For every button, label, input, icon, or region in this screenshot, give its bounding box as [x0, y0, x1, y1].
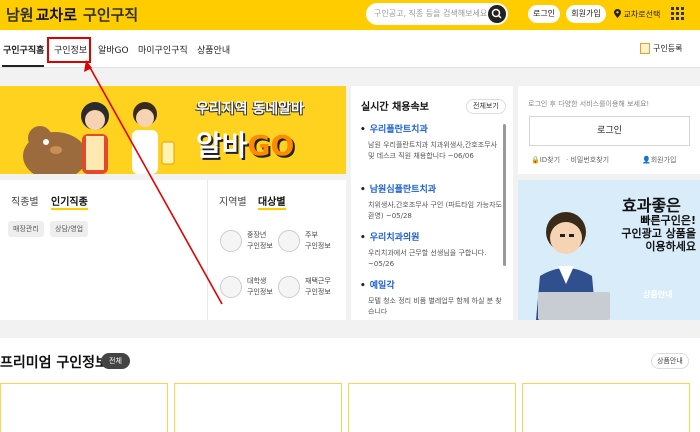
document-icon: [640, 43, 650, 54]
location-pin-icon: [614, 9, 624, 19]
banner-illustration: [23, 102, 175, 174]
search-box[interactable]: 구인공고, 직종 등을 검색해보세요: [366, 3, 508, 25]
chip-consulting-sales[interactable]: 상담/영업: [50, 221, 89, 237]
nav-item-products[interactable]: 상품안내: [197, 43, 230, 56]
tab-by-region[interactable]: 지역별: [219, 193, 247, 208]
find-id-link[interactable]: 🔒ID찾기: [531, 155, 560, 165]
login-message: 로그인 후 다양한 서비스를이용해 보세요!: [528, 100, 650, 108]
category-divider: [207, 180, 208, 320]
ad-line3: 구인광고 상품을: [621, 227, 696, 240]
realtime-item[interactable]: 남원심플란트치과 치위생사,간호조무사 구인 (파트타임 가능자도 환영) ~0…: [360, 182, 502, 222]
nav-active-underline: [2, 65, 44, 67]
realtime-item-name[interactable]: 우리치과의원: [360, 230, 502, 243]
ad-line4: 이용하세요: [645, 240, 696, 253]
user-icon: 👤: [642, 156, 651, 164]
realtime-item[interactable]: 예일각 모텔 청소 정리 비품 별레업무 함께 하실 분 찾습니다: [360, 278, 502, 314]
target-label-line2: 구인정보: [305, 288, 331, 296]
albago-banner[interactable]: 우리지역 동네알바 알바GO: [0, 86, 346, 174]
chip-store-management[interactable]: 매장관리: [8, 221, 44, 237]
ad-line2: 빠른구인은!: [640, 214, 696, 227]
ad-line1: 효과좋은: [622, 196, 681, 215]
target-remote-work[interactable]: 재택근무구인정보: [278, 274, 344, 302]
banner-line2: 알바GO: [196, 124, 294, 164]
target-label-line1: 대학생: [247, 277, 267, 285]
premium-card[interactable]: [174, 383, 342, 432]
realtime-scrollbar[interactable]: [503, 124, 506, 266]
premium-card[interactable]: [522, 383, 690, 432]
banner-go-text: GO: [247, 129, 295, 162]
realtime-item-desc: 우리치과에서 근무할 선생님을 구합니다. ~05/26: [368, 249, 487, 268]
find-password-label: 비밀번호찾기: [570, 156, 610, 164]
realtime-title: 실시간 채용속보: [361, 102, 429, 113]
realtime-item-desc: 남원 우리플란트치과 치과위생사,간호조무사 및 데스크 직원 채용합니다 ~0…: [368, 141, 498, 160]
register-label: 구인등록: [653, 44, 683, 53]
middle-aged-avatar-icon: [220, 230, 242, 252]
student-avatar-icon: [220, 276, 242, 298]
realtime-item[interactable]: 우리치과의원 우리치과에서 근무할 선생님을 구합니다. ~05/26: [360, 230, 502, 270]
logo-suffix: 구인구직: [83, 6, 139, 24]
realtime-item-name[interactable]: 남원심플란트치과: [360, 182, 502, 195]
housewife-avatar-icon: [278, 230, 300, 252]
lock-icon: 🔒: [531, 156, 540, 164]
target-housewife[interactable]: 주부구인정보: [278, 228, 344, 256]
search-icon[interactable]: [488, 5, 506, 23]
premium-card[interactable]: [0, 383, 168, 432]
tab-popular-jobs[interactable]: 인기직종: [51, 193, 88, 210]
realtime-item-name[interactable]: 예일각: [360, 278, 502, 291]
realtime-item-desc: 치위생사,간호조무사 구인 (파트타임 가능자도 환영) ~05/28: [368, 201, 502, 220]
nav-item-home[interactable]: 구인구직홈: [3, 43, 44, 56]
search-input[interactable]: 구인공고, 직종 등을 검색해보세요: [374, 8, 487, 19]
header-login-button[interactable]: 로그인: [528, 5, 560, 23]
target-label-line2: 구인정보: [247, 242, 273, 250]
nav-item-my-jobs[interactable]: 마이구인구직: [138, 43, 188, 56]
login-button[interactable]: 로그인: [529, 116, 690, 146]
logo-brand: 교차로: [35, 6, 78, 24]
target-label-line1: 중장년: [247, 231, 267, 239]
target-middle-aged[interactable]: 중장년구인정보: [220, 228, 286, 256]
top-header: 남원 교차로 구인구직 구인공고, 직종 등을 검색해보세요 로그인 회원가입 교차…: [0, 0, 700, 30]
target-university-student[interactable]: 대학생구인정보: [220, 274, 286, 302]
nav-item-albago[interactable]: 알바GO: [98, 43, 129, 56]
ad-link[interactable]: 상품안내: [643, 289, 672, 300]
premium-all-button[interactable]: 전체: [101, 353, 130, 369]
realtime-item[interactable]: 우리플란트치과 남원 우리플란트치과 치과위생사,간호조무사 및 데스크 직원 …: [360, 122, 502, 162]
product-ad-banner[interactable]: 효과좋은 빠른구인은! 구인광고 상품을 이용하세요 상품안내: [518, 180, 700, 320]
realtime-item-desc: 모텔 청소 정리 비품 별레업무 함께 하실 분 찾습니다: [368, 297, 502, 314]
remote-work-avatar-icon: [278, 276, 300, 298]
tab-by-target[interactable]: 대상별: [258, 193, 286, 210]
join-link[interactable]: 👤회원가입: [642, 155, 676, 165]
target-label: 대학생구인정보: [247, 276, 273, 298]
annotation-highlight-box: [47, 37, 91, 63]
tab-by-job[interactable]: 직종별: [11, 193, 39, 208]
banner-albago-text: 알바: [196, 129, 248, 162]
location-selector[interactable]: 교차로선택: [614, 9, 660, 20]
target-label: 재택근무구인정보: [305, 276, 331, 298]
banner-line1: 우리지역 동네알바: [196, 101, 304, 117]
ad-lines: 빠른구인은! 구인광고 상품을 이용하세요: [602, 214, 696, 253]
find-id-label: ID찾기: [539, 156, 561, 164]
join-label: 회원가입: [650, 156, 677, 164]
site-logo[interactable]: 남원 교차로 구인구직: [6, 4, 138, 25]
grid-menu-icon[interactable]: [671, 7, 685, 21]
location-label: 교차로선택: [623, 10, 661, 19]
realtime-item-name[interactable]: 우리플란트치과: [360, 122, 502, 135]
target-label: 중장년구인정보: [247, 230, 273, 252]
premium-card[interactable]: [348, 383, 516, 432]
find-password-link[interactable]: · 비밀번호찾기: [566, 155, 609, 165]
header-signup-button[interactable]: 회원가입: [566, 5, 606, 23]
realtime-view-all-button[interactable]: 전체보기: [466, 99, 506, 114]
premium-title: 프리미엄 구인정보: [0, 355, 108, 371]
target-label-line1: 재택근무: [305, 277, 331, 285]
target-label: 주부구인정보: [305, 230, 331, 252]
main-nav: 구인구직홈 구인정보 알바GO 마이구인구직 상품안내: [0, 30, 700, 68]
target-label-line2: 구인정보: [305, 242, 331, 250]
logo-region: 남원: [6, 6, 34, 24]
register-job-link[interactable]: 구인등록: [640, 43, 682, 54]
target-label-line2: 구인정보: [247, 288, 273, 296]
premium-products-button[interactable]: 상품안내: [651, 353, 689, 369]
target-label-line1: 주부: [305, 231, 318, 239]
